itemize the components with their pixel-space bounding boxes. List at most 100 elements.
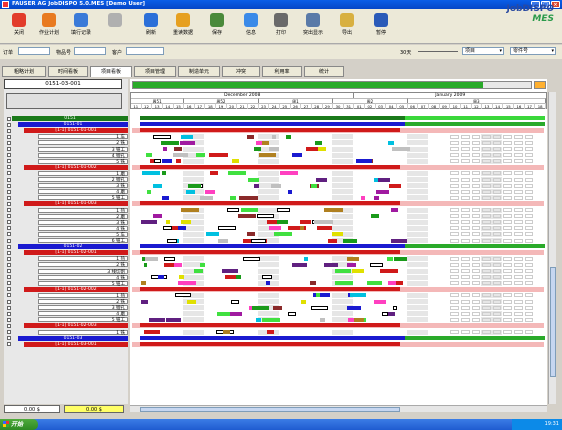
tab-0[interactable]: 粗略计划	[2, 66, 46, 77]
gantt-task[interactable]	[374, 299, 387, 304]
gantt-task[interactable]	[186, 189, 195, 194]
toolbar-button-6[interactable]: 保存	[202, 13, 232, 36]
gantt-task[interactable]	[173, 262, 182, 267]
gantt-task[interactable]	[306, 147, 319, 151]
gantt-task[interactable]	[162, 195, 169, 200]
gantt-task[interactable]	[146, 153, 152, 158]
gantt-task[interactable]	[367, 281, 382, 286]
gantt-task[interactable]	[222, 330, 231, 334]
gantt-task[interactable]	[165, 317, 182, 322]
gantt-task[interactable]	[369, 262, 384, 267]
expand-toggle[interactable]	[7, 177, 11, 182]
gantt-task[interactable]	[178, 281, 196, 286]
gantt-task[interactable]	[175, 159, 182, 164]
gantt-task[interactable]	[199, 195, 213, 200]
gantt-task[interactable]	[140, 299, 148, 304]
tree-row[interactable]: 4 磨	[4, 189, 128, 195]
gantt-task[interactable]	[361, 195, 365, 200]
gantt-task[interactable]	[355, 159, 373, 164]
gantt-task[interactable]	[266, 330, 275, 334]
toolbar-button-5[interactable]: 重读数据	[168, 13, 198, 36]
expand-toggle[interactable]	[7, 171, 11, 176]
tree-row[interactable]: 1 磨	[4, 170, 128, 177]
gantt-task[interactable]	[153, 214, 162, 219]
gantt-task[interactable]	[280, 171, 298, 176]
gantt-task[interactable]	[186, 299, 196, 304]
gantt-task[interactable]	[241, 208, 258, 212]
tree-row[interactable]: 1 热	[4, 207, 128, 214]
gantt-task[interactable]	[391, 238, 407, 243]
customer-input[interactable]	[126, 47, 164, 55]
gantt-task[interactable]	[229, 311, 242, 316]
expand-toggle[interactable]	[7, 293, 11, 298]
gantt-task[interactable]	[206, 232, 220, 237]
gantt-task[interactable]	[262, 140, 270, 145]
tab-2[interactable]: 项目看板	[90, 66, 132, 77]
gantt-task[interactable]	[209, 171, 219, 176]
expand-toggle[interactable]	[7, 140, 11, 145]
tree-row[interactable]: 5 车	[4, 231, 128, 238]
tab-5[interactable]: 冲突	[222, 66, 260, 77]
gantt-task[interactable]	[221, 269, 239, 273]
order-input[interactable]	[18, 47, 50, 55]
tree-row[interactable]: 3 镗孔	[4, 305, 128, 311]
gantt-task[interactable]	[254, 183, 259, 188]
gantt-task[interactable]	[268, 147, 279, 151]
gantt-task[interactable]	[310, 305, 328, 310]
gantt-task[interactable]	[227, 208, 240, 212]
gantt-task[interactable]	[243, 256, 260, 261]
scroll-thumb[interactable]	[550, 267, 556, 377]
gantt-task[interactable]	[291, 262, 307, 267]
gantt-task[interactable]	[301, 299, 307, 304]
expand-toggle[interactable]	[7, 232, 11, 237]
gantt-task[interactable]	[275, 220, 288, 225]
gantt-task[interactable]	[225, 275, 237, 280]
tree-row[interactable]: 3 钳工	[4, 146, 128, 153]
tree-row[interactable]: 1 车	[4, 134, 128, 140]
tree-row[interactable]: 2 铣	[4, 140, 128, 146]
tree-row[interactable]: [1-1] 0151-02-001	[4, 250, 128, 256]
tree-row[interactable]: 5 钳工	[4, 280, 128, 287]
gantt-task[interactable]	[277, 208, 290, 212]
gantt-task[interactable]	[375, 189, 389, 194]
gantt-task[interactable]	[194, 269, 203, 273]
gantt-task[interactable]	[388, 140, 395, 145]
expand-toggle[interactable]	[7, 305, 11, 310]
gantt-task[interactable]	[141, 281, 146, 286]
expand-toggle[interactable]	[7, 220, 11, 225]
gantt-task[interactable]	[272, 305, 283, 310]
gantt-task[interactable]	[142, 256, 146, 261]
tree-row[interactable]: 3 铣	[4, 183, 128, 189]
gantt-task[interactable]	[328, 238, 337, 243]
gantt-task[interactable]	[370, 214, 380, 219]
expand-toggle[interactable]	[7, 238, 11, 243]
tree-row[interactable]: [1-1] 0151-01-002	[4, 164, 128, 171]
gantt-task[interactable]	[354, 317, 364, 322]
gantt-task[interactable]	[248, 177, 260, 182]
gantt-task[interactable]	[246, 134, 255, 139]
expand-toggle[interactable]	[7, 281, 11, 286]
tab-6[interactable]: 利用率	[262, 66, 302, 77]
tree-row[interactable]: 1 热	[4, 256, 128, 262]
gantt-task[interactable]	[310, 281, 317, 286]
gantt-task[interactable]	[258, 153, 276, 158]
expand-toggle[interactable]	[7, 226, 11, 231]
tree-row[interactable]: 3 线切割	[4, 268, 128, 275]
gantt-task[interactable]	[181, 134, 194, 139]
expand-toggle[interactable]	[7, 323, 11, 328]
gantt-task[interactable]	[166, 238, 178, 243]
expand-toggle[interactable]	[7, 208, 11, 212]
gantt-task[interactable]	[314, 140, 323, 145]
gantt-task[interactable]	[262, 317, 281, 322]
tree-row[interactable]: [1-1] 0151-01-003	[4, 201, 128, 207]
tree-row[interactable]: 1 铣	[4, 329, 128, 336]
gantt-task[interactable]	[143, 330, 160, 334]
tree-row[interactable]: [1-1] 0151-02-003	[4, 323, 128, 329]
gantt-task[interactable]	[162, 159, 172, 164]
gantt-task[interactable]	[288, 311, 296, 316]
gantt-task[interactable]	[271, 134, 276, 139]
expand-toggle[interactable]	[7, 311, 11, 316]
tab-7[interactable]: 统计	[304, 66, 344, 77]
part-select[interactable]: 零件号	[510, 47, 556, 55]
expand-toggle[interactable]	[7, 153, 11, 158]
